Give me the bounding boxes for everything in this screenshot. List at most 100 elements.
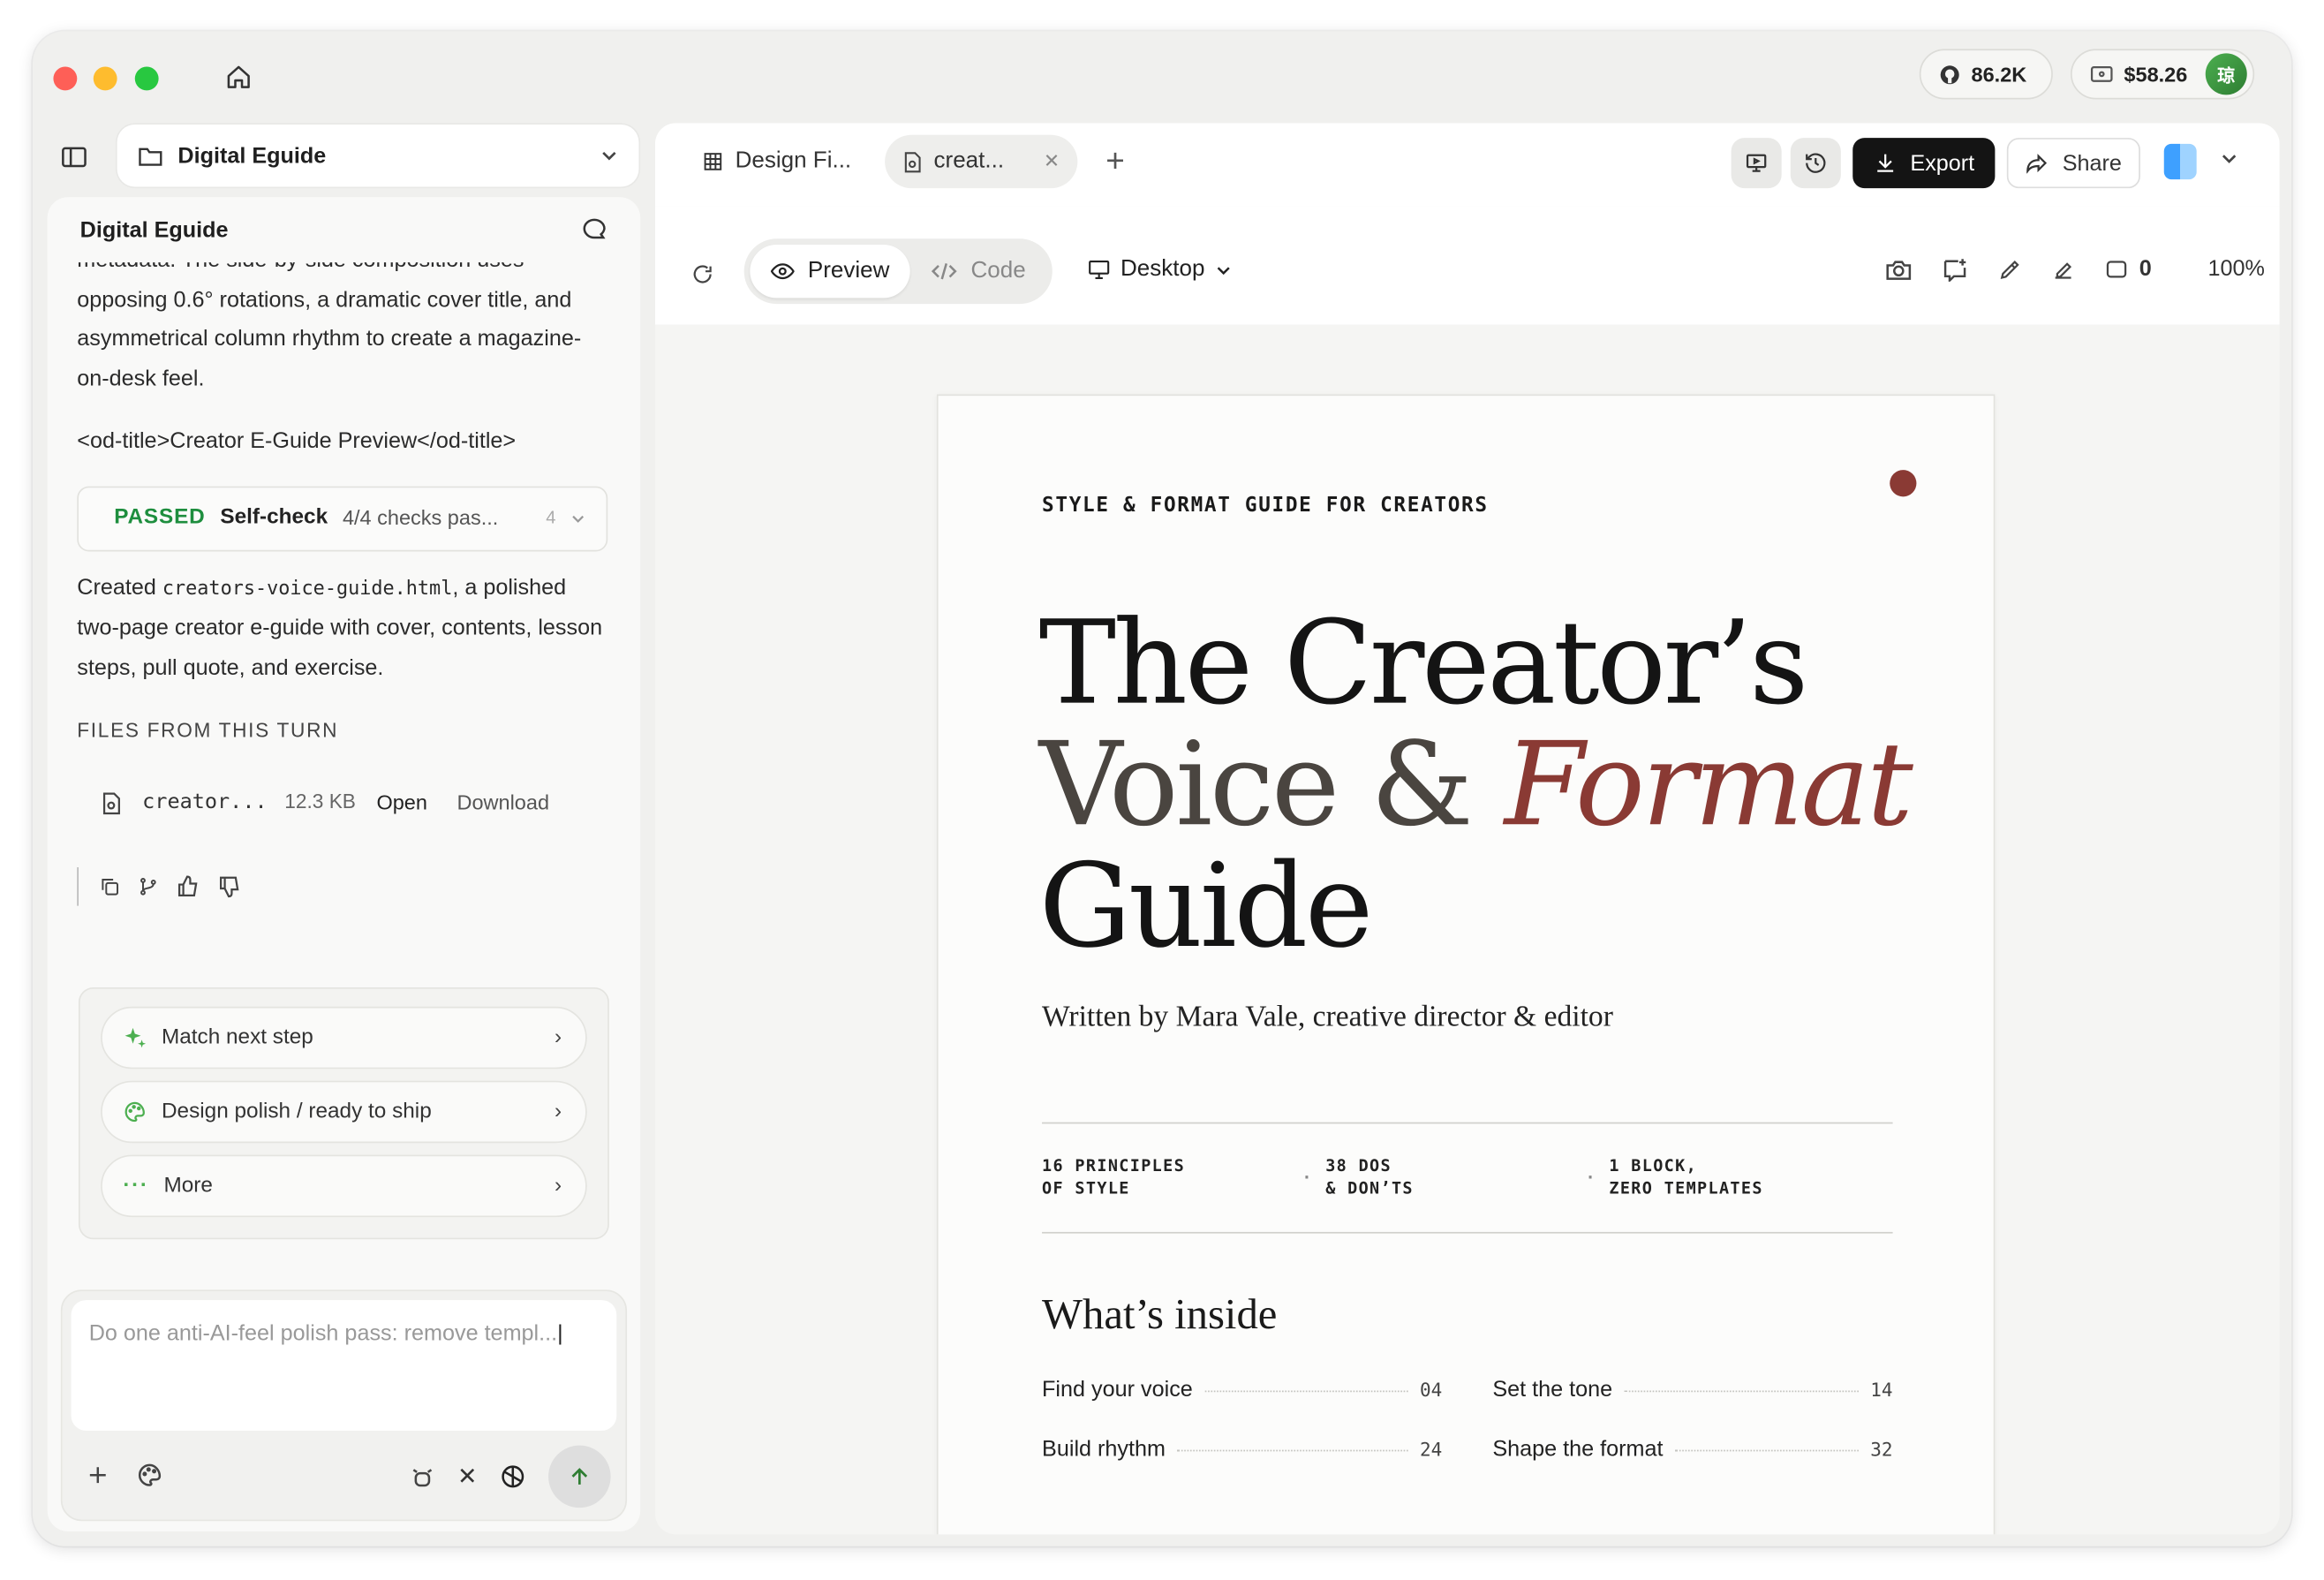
finder-icon[interactable] [2163, 143, 2197, 180]
agent-icon[interactable] [407, 1463, 437, 1490]
palette-icon [124, 1101, 145, 1123]
history-icon[interactable] [1790, 138, 1841, 189]
draw-icon[interactable] [1998, 257, 2022, 281]
suggestion-match-next-step[interactable]: Match next step › [101, 1006, 587, 1070]
palette-icon[interactable] [136, 1462, 162, 1488]
openai-icon[interactable] [498, 1462, 528, 1492]
document-byline: Written by Mara Vale, creative director … [1042, 1001, 1613, 1033]
tab-creators-guide[interactable]: creat... ✕ [885, 134, 1078, 189]
code-mode-button[interactable]: Code [910, 245, 1047, 298]
sparkle-icon [124, 1027, 147, 1048]
github-stars-count: 86.2K [1971, 62, 2027, 87]
suggestion-design-polish[interactable]: Design polish / ready to ship › [101, 1080, 587, 1144]
stat-item: · 38 DOS & DON’TS [1302, 1155, 1609, 1199]
share-icon [2027, 154, 2048, 174]
toc-title: Find your voice [1042, 1377, 1193, 1402]
close-tab-icon[interactable]: ✕ [1044, 150, 1060, 174]
zoom-level[interactable]: 100% [2207, 256, 2264, 282]
self-check-row[interactable]: PASSED Self-check 4/4 checks pas... 4 [77, 485, 608, 551]
file-download-link[interactable]: Download [457, 783, 550, 822]
toc-item[interactable]: Find your voice 04 [1042, 1377, 1442, 1407]
stat-line: 1 BLOCK, [1609, 1156, 1698, 1176]
edit-icon[interactable] [2052, 257, 2076, 281]
close-window-button[interactable] [53, 66, 78, 91]
preview-mode-button[interactable]: Preview [750, 244, 910, 299]
message-actions [77, 866, 610, 905]
toc-title: Build rhythm [1042, 1436, 1166, 1463]
thumbs-down-icon[interactable] [218, 874, 242, 898]
toc-leader [1674, 1449, 1859, 1452]
comment-add-icon[interactable] [1942, 257, 1968, 282]
send-button[interactable] [548, 1445, 611, 1508]
avatar[interactable]: 琼 [2205, 53, 2247, 95]
composer-tools [86, 1446, 162, 1505]
created-filename: creators-voice-guide.html [162, 577, 453, 600]
reload-icon[interactable] [690, 262, 714, 286]
toc-title: Shape the format [1492, 1436, 1664, 1463]
folder-icon [139, 147, 162, 165]
toc-page: 04 [1419, 1379, 1443, 1402]
device-selector[interactable]: Desktop [1088, 256, 1232, 283]
chevron-down-icon[interactable] [2221, 150, 2238, 168]
code-label: Code [970, 258, 1026, 283]
stat-separator: · [1302, 1168, 1313, 1188]
toc-item[interactable]: Set the tone 14 [1492, 1377, 1892, 1407]
close-icon[interactable]: ✕ [457, 1462, 478, 1492]
export-button[interactable]: Export [1852, 138, 1996, 189]
suggestion-more[interactable]: ··· More › [101, 1154, 587, 1218]
chat-bubble-icon[interactable] [581, 216, 607, 243]
toc-leader [1177, 1449, 1408, 1452]
document-title: The Creator’s Voice & Format Guide [1039, 603, 1913, 968]
files-heading: FILES FROM THIS TURN [77, 719, 339, 742]
camera-icon[interactable] [1886, 257, 1913, 281]
minimize-window-button[interactable] [93, 66, 117, 91]
composer: Do one anti-AI-feel polish pass: remove … [60, 1289, 628, 1522]
chevron-right-icon: › [555, 1025, 562, 1050]
stat-item: · 1 BLOCK, ZERO TEMPLATES [1586, 1155, 1892, 1199]
tab-bar: Design Fi... creat... ✕ + Export Share [654, 123, 2280, 207]
toc-item[interactable]: Build rhythm 24 [1042, 1437, 1442, 1467]
divider [1042, 1231, 1893, 1234]
view-mode-toggle: Preview Code [743, 238, 1053, 305]
composer-input[interactable]: Do one anti-AI-feel polish pass: remove … [71, 1300, 617, 1431]
add-tab-button[interactable]: + [1105, 140, 1125, 182]
github-icon [1940, 64, 1959, 84]
toc-item[interactable]: Shape the format 32 [1492, 1437, 1892, 1467]
plus-icon[interactable] [86, 1463, 109, 1487]
chat-title: Digital Eguide [79, 216, 229, 243]
branch-icon[interactable] [138, 875, 159, 896]
chevron-down-icon [1217, 266, 1230, 275]
file-row: creator... 12.3 KB Open Download [77, 777, 610, 828]
comments-counter[interactable]: 0 [2105, 256, 2152, 282]
present-icon[interactable] [1731, 138, 1782, 189]
created-prefix: Created [77, 574, 156, 600]
thumbs-up-icon[interactable] [177, 874, 200, 898]
project-selector[interactable]: Digital Eguide [117, 125, 639, 187]
preview-area: Design Fi... creat... ✕ + Export Share P… [654, 123, 2280, 1535]
github-stars-badge[interactable]: 86.2K [1919, 49, 2053, 100]
copy-icon[interactable] [99, 875, 120, 896]
title-line-2: Voice & Format [1039, 725, 1913, 847]
toc-page: 32 [1870, 1438, 1893, 1461]
tab-design-files[interactable]: Design Fi... [685, 135, 870, 188]
title-line-2-plain: Voice & [1038, 719, 1505, 853]
table-of-contents: Find your voice 04 Set the tone 14 Build r… [1042, 1377, 1893, 1466]
file-open-link[interactable]: Open [376, 783, 426, 822]
suggestion-label: More [163, 1174, 213, 1198]
home-icon[interactable] [221, 59, 256, 94]
monitor-icon [1089, 261, 1110, 279]
preview-label: Preview [807, 258, 890, 283]
preview-toolbar: Preview Code Desktop 0 100% [654, 206, 2280, 325]
share-button[interactable]: Share [2006, 138, 2140, 189]
code-icon [931, 263, 957, 280]
stat-line: 38 DOS [1325, 1156, 1392, 1176]
credits-badge[interactable]: $58.26 琼 [2071, 49, 2255, 100]
maximize-window-button[interactable] [134, 66, 159, 91]
chevron-down-icon [572, 515, 585, 523]
file-name[interactable]: creator... [142, 783, 264, 822]
toc-leader [1624, 1390, 1859, 1393]
sidebar-toggle-icon[interactable] [48, 132, 101, 182]
chat-messages: metadata. The side-by-side composition u… [77, 242, 610, 905]
stat-line: & DON’TS [1325, 1178, 1414, 1198]
toc-leader [1204, 1390, 1408, 1393]
